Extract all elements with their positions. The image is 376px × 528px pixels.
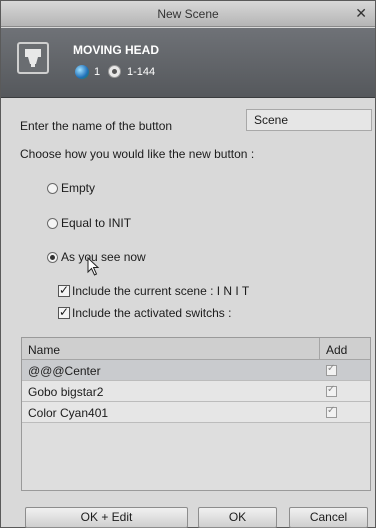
row-name: @@@Center: [28, 364, 101, 378]
dmx-icon: [108, 65, 121, 78]
table-header: Name Add: [22, 338, 370, 360]
include-current-scene-label: Include the current scene : I N I T: [72, 284, 250, 298]
include-activated-switchs-label: Include the activated switchs :: [72, 306, 232, 320]
choose-label: Choose how you would like the new button…: [20, 147, 255, 161]
table-row[interactable]: Color Cyan401: [22, 402, 370, 423]
row-name: Gobo bigstar2: [28, 385, 104, 399]
radio-as-you-see-now-indicator[interactable]: [47, 251, 58, 263]
column-header-name[interactable]: Name: [28, 343, 60, 357]
cancel-button[interactable]: Cancel: [289, 507, 368, 528]
option-as-you-see-now-label: As you see now: [61, 250, 146, 264]
ok-edit-button[interactable]: OK + Edit: [25, 507, 188, 528]
fixture-name: MOVING HEAD: [73, 43, 160, 57]
close-icon[interactable]: ✕: [355, 5, 367, 22]
fixture-header: MOVING HEAD 1 1-144: [1, 28, 375, 98]
table-row[interactable]: @@@Center: [22, 360, 370, 381]
dmx-range: 1-144: [127, 66, 156, 78]
include-current-scene-checkbox[interactable]: Include the current scene : I N I T: [58, 283, 250, 298]
include-activated-switchs-checkbox[interactable]: Include the activated switchs :: [58, 305, 232, 320]
title-bar[interactable]: New Scene ✕: [1, 1, 375, 27]
button-name-input[interactable]: [246, 109, 372, 131]
include-current-scene-box[interactable]: [58, 283, 70, 297]
new-scene-dialog: New Scene ✕ MOVING HEAD 1 1-144 Enter th…: [0, 0, 376, 528]
row-add-checkbox[interactable]: [326, 405, 337, 418]
column-header-add[interactable]: Add: [326, 343, 347, 357]
include-activated-switchs-box[interactable]: [58, 305, 70, 319]
ok-button[interactable]: OK: [198, 507, 277, 528]
radio-equal-init-indicator[interactable]: [47, 217, 58, 229]
globe-icon: [75, 65, 89, 79]
option-equal-init-radio[interactable]: Equal to INIT: [47, 216, 131, 230]
option-empty-radio[interactable]: Empty: [47, 181, 95, 195]
window-title: New Scene: [157, 7, 219, 21]
table-row[interactable]: Gobo bigstar2: [22, 381, 370, 402]
column-divider: [319, 338, 320, 360]
fixture-icon: [17, 42, 49, 74]
row-add-checkbox[interactable]: [326, 363, 337, 376]
option-equal-init-label: Equal to INIT: [61, 216, 132, 230]
fixture-count: 1: [94, 66, 101, 78]
row-add-checkbox[interactable]: [326, 384, 337, 397]
switch-table: Name Add @@@Center Gobo bigstar2 Color C…: [21, 337, 371, 491]
row-name: Color Cyan401: [28, 406, 109, 420]
button-name-label: Enter the name of the button: [20, 119, 173, 133]
radio-empty-indicator[interactable]: [47, 182, 58, 194]
mouse-cursor-icon: [87, 257, 100, 276]
option-empty-label: Empty: [61, 181, 96, 195]
